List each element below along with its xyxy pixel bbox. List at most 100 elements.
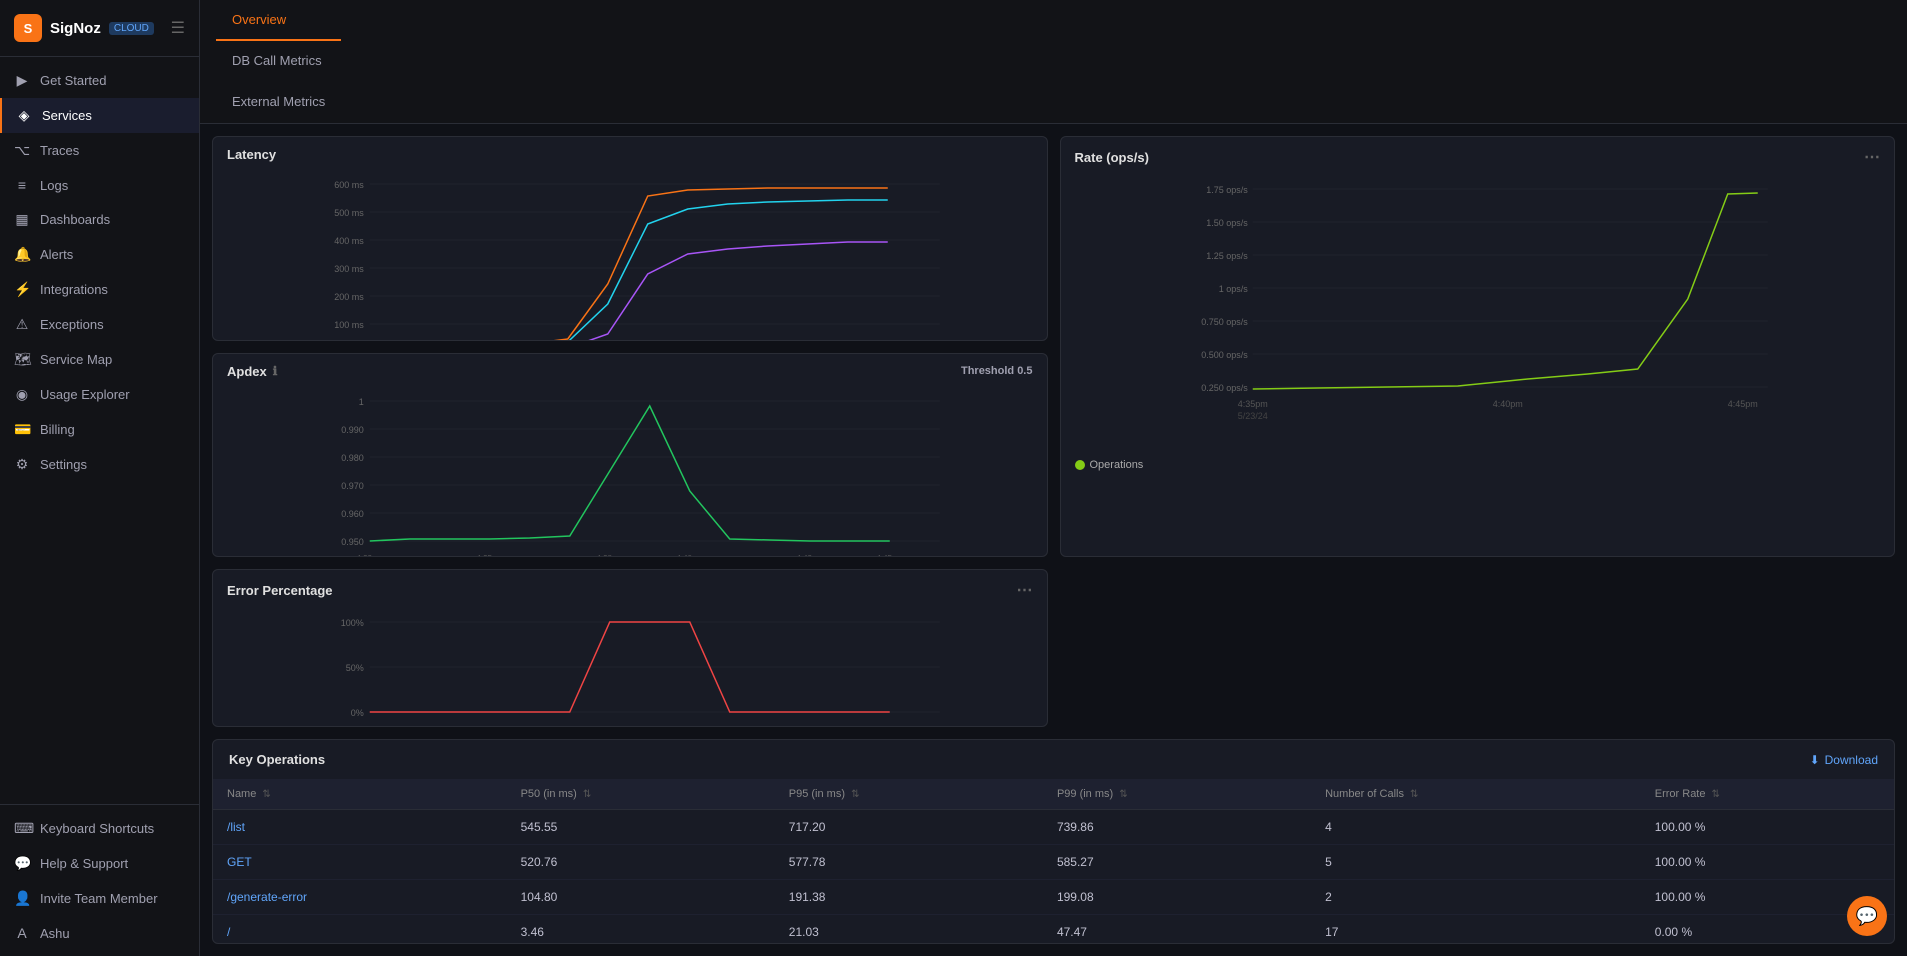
apdex-info-icon[interactable]: ℹ (273, 364, 278, 378)
sidebar-icon-usage-explorer: ◉ (14, 386, 30, 403)
sidebar-item-exceptions[interactable]: ⚠Exceptions (0, 307, 199, 342)
rate-card: Rate (ops/s) ⋯ 1.75 ops/s 1.50 ops/s 1.2 (1060, 136, 1896, 557)
row-p95: 21.03 (775, 915, 1043, 944)
col-name: Name ⇅ (213, 779, 507, 810)
svg-text:4:32pm: 4:32pm (356, 554, 383, 558)
row-p95: 191.38 (775, 880, 1043, 915)
sidebar-label-get-started: Get Started (40, 73, 106, 88)
row-p50: 3.46 (507, 915, 775, 944)
download-icon: ⬇ (1810, 753, 1820, 767)
sidebar-label-services: Services (42, 108, 92, 123)
tab-db-call-metrics[interactable]: DB Call Metrics (216, 41, 341, 82)
sidebar-item-usage-explorer[interactable]: ◉Usage Explorer (0, 377, 199, 412)
sidebar-item-get-started[interactable]: ▶ Get Started (0, 63, 199, 98)
sidebar-label-integrations: Integrations (40, 282, 108, 297)
svg-text:5/23/24: 5/23/24 (1237, 411, 1267, 421)
download-button[interactable]: ⬇ Download (1810, 753, 1878, 767)
rate-menu-icon[interactable]: ⋯ (1864, 147, 1880, 167)
error-chart-svg: 100% 50% 0% (227, 612, 1033, 722)
download-label: Download (1825, 753, 1878, 767)
key-operations-title: Key Operations (229, 752, 325, 767)
table-body: /list 545.55 717.20 739.86 4 100.00 % GE… (213, 810, 1894, 944)
apdex-chart-svg: 1 0.990 0.980 0.970 0.960 0.950 4:32pm 4… (227, 391, 1033, 558)
legend-operations-dot (1075, 460, 1085, 470)
sort-error-icon[interactable]: ⇅ (1712, 789, 1720, 800)
latency-card: Latency 600 ms 500 ms 400 ms 300 ms (212, 136, 1048, 341)
legend-operations[interactable]: Operations (1075, 459, 1144, 471)
apdex-card: Apdex ℹ Threshold 0.5 1 0.990 0. (212, 353, 1048, 558)
row-error-rate: 100.00 % (1641, 845, 1894, 880)
sidebar-nav: ▶ Get Started ◈Services⌥Traces≡Logs▦Dashbo… (0, 57, 199, 804)
sidebar-bottom-item-ashu[interactable]: A Ashu (0, 916, 199, 950)
sidebar-bottom-item-keyboard-shortcuts[interactable]: ⌨Keyboard Shortcuts (0, 811, 199, 846)
rate-chart-area: 1.75 ops/s 1.50 ops/s 1.25 ops/s 1 ops/s… (1061, 173, 1895, 453)
svg-text:0.500 ops/s: 0.500 ops/s (1201, 350, 1248, 360)
sidebar-item-dashboards[interactable]: ▦Dashboards (0, 202, 199, 237)
sidebar-icon-integrations: ⚡ (14, 281, 30, 298)
sidebar-icon-service-map: 🗺 (14, 351, 30, 368)
row-p50: 520.76 (507, 845, 775, 880)
svg-text:0.980: 0.980 (341, 453, 364, 463)
sidebar-bottom-label-ashu: Ashu (40, 926, 70, 941)
row-calls: 2 (1311, 880, 1641, 915)
sidebar-bottom-item-help-support[interactable]: 💬Help & Support (0, 846, 199, 881)
apdex-chart-area: 1 0.990 0.980 0.970 0.960 0.950 4:32pm 4… (213, 385, 1047, 558)
sidebar-item-logs[interactable]: ≡Logs (0, 168, 199, 202)
chat-bubble-button[interactable]: 💬 (1847, 896, 1887, 936)
rate-card-header: Rate (ops/s) ⋯ (1061, 137, 1895, 173)
svg-text:1 ops/s: 1 ops/s (1218, 284, 1248, 294)
tab-overview[interactable]: Overview (216, 0, 341, 41)
app-name: SigNoz (50, 20, 101, 37)
sidebar-label-alerts: Alerts (40, 247, 73, 262)
tab-external-metrics[interactable]: External Metrics (216, 82, 341, 123)
sort-p95-icon[interactable]: ⇅ (851, 789, 859, 800)
sidebar-icon-traces: ⌥ (14, 142, 30, 159)
error-menu-icon[interactable]: ⋯ (1017, 580, 1033, 600)
sort-calls-icon[interactable]: ⇅ (1410, 789, 1418, 800)
sidebar-bottom-item-invite-team[interactable]: 👤Invite Team Member (0, 881, 199, 916)
row-name[interactable]: /list (213, 810, 507, 845)
sidebar-icon-billing: 💳 (14, 421, 30, 438)
apdex-threshold: Threshold 0.5 (961, 365, 1033, 377)
sidebar-item-services[interactable]: ◈Services (0, 98, 199, 133)
row-name[interactable]: GET (213, 845, 507, 880)
sidebar-label-service-map: Service Map (40, 352, 112, 367)
svg-text:4:35pm: 4:35pm (1237, 399, 1267, 409)
sidebar-icon-get-started: ▶ (14, 72, 30, 89)
row-calls: 4 (1311, 810, 1641, 845)
tabs-bar: OverviewDB Call MetricsExternal Metrics (200, 0, 1907, 124)
sidebar-item-alerts[interactable]: 🔔Alerts (0, 237, 199, 272)
col-calls: Number of Calls ⇅ (1311, 779, 1641, 810)
rate-title: Rate (ops/s) (1075, 150, 1149, 165)
svg-text:4:45pm: 4:45pm (876, 554, 903, 558)
sidebar-item-settings[interactable]: ⚙Settings (0, 447, 199, 482)
sort-name-icon[interactable]: ⇅ (262, 789, 270, 800)
row-name[interactable]: /generate-error (213, 880, 507, 915)
svg-text:0.990: 0.990 (341, 425, 364, 435)
svg-text:0.970: 0.970 (341, 481, 364, 491)
svg-text:1.75 ops/s: 1.75 ops/s (1206, 185, 1248, 195)
row-calls: 17 (1311, 915, 1641, 944)
sidebar-item-billing[interactable]: 💳Billing (0, 412, 199, 447)
sidebar-item-integrations[interactable]: ⚡ Integrations (0, 272, 199, 307)
apdex-card-header: Apdex ℹ Threshold 0.5 (213, 354, 1047, 385)
sidebar-item-traces[interactable]: ⌥Traces (0, 133, 199, 168)
sidebar-bottom-icon-ashu: A (14, 925, 30, 941)
sidebar-label-dashboards: Dashboards (40, 212, 110, 227)
row-name[interactable]: / (213, 915, 507, 944)
row-calls: 5 (1311, 845, 1641, 880)
svg-text:300 ms: 300 ms (334, 264, 364, 274)
sidebar-bottom-icon-help-support: 💬 (14, 855, 30, 872)
apdex-title-group: Apdex ℹ (227, 364, 277, 379)
key-operations-table: Name ⇅ P50 (in ms) ⇅ P95 (in ms) ⇅ P99 (… (213, 779, 1894, 944)
col-p50: P50 (in ms) ⇅ (507, 779, 775, 810)
svg-text:4:40pm: 4:40pm (676, 554, 703, 558)
sort-p50-icon[interactable]: ⇅ (583, 789, 591, 800)
sidebar-bottom: ⌨Keyboard Shortcuts💬Help & Support👤Invit… (0, 804, 199, 956)
sort-p99-icon[interactable]: ⇅ (1119, 789, 1127, 800)
row-p99: 47.47 (1043, 915, 1311, 944)
table-row: /generate-error 104.80 191.38 199.08 2 1… (213, 880, 1894, 915)
sidebar-collapse-button[interactable]: ☰ (171, 18, 185, 38)
key-operations-table-wrapper: Name ⇅ P50 (in ms) ⇅ P95 (in ms) ⇅ P99 (… (213, 779, 1894, 944)
sidebar-item-service-map[interactable]: 🗺 Service Map (0, 342, 199, 377)
